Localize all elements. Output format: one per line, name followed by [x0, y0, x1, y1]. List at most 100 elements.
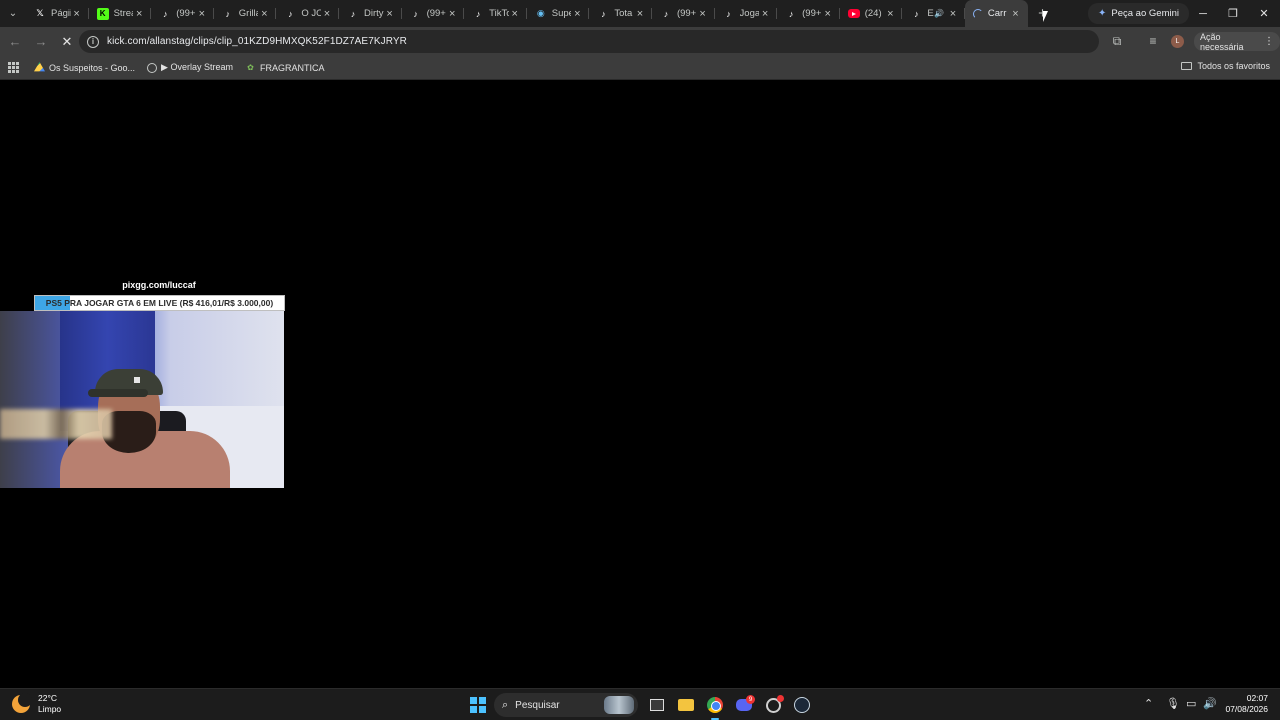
close-tab-icon[interactable]: ×: [509, 8, 521, 20]
close-tab-icon[interactable]: ×: [697, 8, 709, 20]
show-hidden-icons-button[interactable]: ⌃: [1144, 697, 1153, 710]
tab-4[interactable]: ♪ O JOG×: [276, 0, 339, 27]
tiktok-icon: ♪: [475, 8, 481, 19]
bookmark-overlay-stream[interactable]: ▶ Overlay Stream: [147, 62, 233, 73]
close-tab-icon[interactable]: ×: [1010, 8, 1022, 20]
volume-icon[interactable]: 🔊: [1203, 697, 1217, 710]
tab-10[interactable]: ♪ (99+ ×: [652, 0, 715, 27]
tab-0[interactable]: 𝕏 Págii ×: [26, 0, 89, 27]
profile-avatar[interactable]: L: [1171, 35, 1184, 48]
all-bookmarks-button[interactable]: Todos os favoritos: [1181, 61, 1270, 71]
tiktok-icon: ♪: [288, 8, 293, 19]
file-explorer-button[interactable]: [676, 695, 696, 715]
tiktok-icon: ♪: [225, 8, 231, 19]
minimize-icon: ─: [1199, 7, 1207, 20]
address-bar[interactable]: i kick.com/allanstag/clips/clip_01KZD9HM…: [79, 30, 1099, 53]
restore-button[interactable]: ❐: [1218, 0, 1248, 27]
tab-search-menu-button[interactable]: ≡: [1144, 32, 1162, 50]
tab-12[interactable]: ♪ (99+ ×: [777, 0, 840, 27]
bookmark-os-suspeitos[interactable]: Os Suspeitos - Goo...: [34, 62, 135, 73]
action-needed-button[interactable]: Ação necessária ⋮: [1194, 31, 1280, 52]
tab-9[interactable]: ♪ Tota ×: [589, 0, 652, 27]
close-tab-icon[interactable]: ×: [571, 8, 583, 20]
tab-15[interactable]: Carr ×: [964, 0, 1028, 27]
tab-search-button[interactable]: ⌄: [0, 0, 26, 27]
donation-goal-text: PS5 PRA JOGAR GTA 6 EM LIVE (R$ 416,01/R…: [45, 298, 274, 308]
network-icon[interactable]: ▭: [1186, 697, 1196, 710]
start-button[interactable]: [470, 697, 486, 713]
bookmark-fragrantica[interactable]: ✿ FRAGRANTICA: [245, 62, 325, 73]
close-tab-icon[interactable]: ×: [384, 8, 396, 20]
tiktok-icon: ♪: [162, 8, 168, 19]
tiktok-icon: ♪: [726, 8, 731, 19]
tab-6[interactable]: ♪ (99+ ×: [402, 0, 465, 27]
forward-button[interactable]: →: [28, 29, 54, 55]
more-vert-icon: ⋮: [1264, 36, 1274, 47]
close-tab-icon[interactable]: ×: [822, 8, 834, 20]
close-tab-icon[interactable]: ×: [258, 8, 270, 20]
loading-icon: [972, 8, 983, 19]
gemini-button[interactable]: ✦ Peça ao Gemini: [1088, 3, 1189, 24]
tab-title: Grilla: [238, 8, 259, 19]
moon-weather-icon: [12, 693, 32, 713]
extensions-button[interactable]: ⧉: [1108, 32, 1126, 50]
close-tab-icon[interactable]: ×: [884, 8, 896, 20]
tab-14[interactable]: ♪ E 🔊 ×: [902, 0, 965, 27]
tab-title: Págii: [51, 8, 71, 19]
taskbar-search[interactable]: ⌕ Pesquisar: [494, 693, 638, 717]
stop-loading-button[interactable]: ✕: [54, 29, 80, 55]
search-highlight-image: [604, 696, 634, 714]
system-clock[interactable]: 02:07 07/08/2026: [1225, 693, 1268, 715]
tab-title: E: [927, 8, 934, 19]
tab-title: TikTo: [489, 8, 509, 19]
minimize-button[interactable]: ─: [1188, 0, 1218, 27]
folder-icon: [1181, 62, 1193, 70]
tab-title: Supe: [551, 8, 572, 19]
tab-list: 𝕏Págii×KStrea×♪(99+×♪Grilla×♪O JOG×♪Dirt…: [26, 0, 1028, 27]
bookmark-label: FRAGRANTICA: [260, 62, 325, 73]
tab-7[interactable]: ♪ TikTo×: [464, 0, 527, 27]
tab-8[interactable]: ◉ Supe ×: [527, 0, 590, 27]
steam-icon: [794, 697, 810, 713]
tab-3[interactable]: ♪ Grilla ×: [214, 0, 277, 27]
discord-taskbar-button[interactable]: 9: [734, 695, 755, 715]
app-ring-icon: [765, 694, 784, 713]
close-tab-icon[interactable]: ×: [634, 8, 646, 20]
close-tab-icon[interactable]: ×: [446, 8, 458, 20]
tiktok-icon: ♪: [788, 8, 794, 19]
close-tab-icon[interactable]: ×: [759, 8, 771, 20]
app-taskbar-button[interactable]: [763, 694, 784, 715]
site-info-icon[interactable]: i: [87, 35, 99, 48]
close-tab-icon[interactable]: ×: [947, 8, 959, 20]
tab-title: (99+: [802, 8, 822, 19]
action-needed-label: Ação necessária: [1200, 31, 1244, 52]
back-button[interactable]: ←: [2, 29, 28, 55]
apps-grid-icon[interactable]: [8, 61, 20, 74]
url-text: kick.com/allanstag/clips/clip_01KZD9HMXQ…: [107, 36, 407, 47]
x-icon: 𝕏: [36, 8, 44, 18]
steam-taskbar-button[interactable]: [792, 695, 812, 715]
weather-widget[interactable]: 22°C Limpo: [12, 693, 61, 715]
microphone-icon[interactable]: 🎙: [1166, 697, 1180, 710]
restore-icon: ❐: [1228, 8, 1238, 20]
close-tab-icon[interactable]: ×: [196, 8, 208, 20]
webcam-video-frame[interactable]: [0, 311, 284, 488]
close-window-button[interactable]: ✕: [1249, 0, 1279, 27]
close-tab-icon[interactable]: ×: [133, 8, 145, 20]
tab-13[interactable]: (24) ×: [840, 0, 903, 27]
speaker-icon[interactable]: 🔊: [934, 9, 944, 18]
close-tab-icon[interactable]: ×: [71, 8, 83, 20]
tiktok-icon: ♪: [663, 8, 669, 19]
tab-5[interactable]: ♪ Dirty ×: [339, 0, 402, 27]
close-tab-icon[interactable]: ×: [321, 8, 333, 20]
task-view-button[interactable]: [647, 695, 667, 715]
folder-icon: [678, 699, 694, 711]
tab-11[interactable]: ♪ Joga ×: [715, 0, 778, 27]
tab-1[interactable]: K Strea×: [89, 0, 152, 27]
chrome-taskbar-button[interactable]: [705, 695, 725, 720]
tab-title: Tota: [614, 8, 633, 19]
close-icon: ✕: [1259, 8, 1269, 20]
search-placeholder: Pesquisar: [515, 699, 560, 711]
profile-initial: L: [1175, 38, 1180, 45]
tab-2[interactable]: ♪ (99+ ×: [151, 0, 214, 27]
